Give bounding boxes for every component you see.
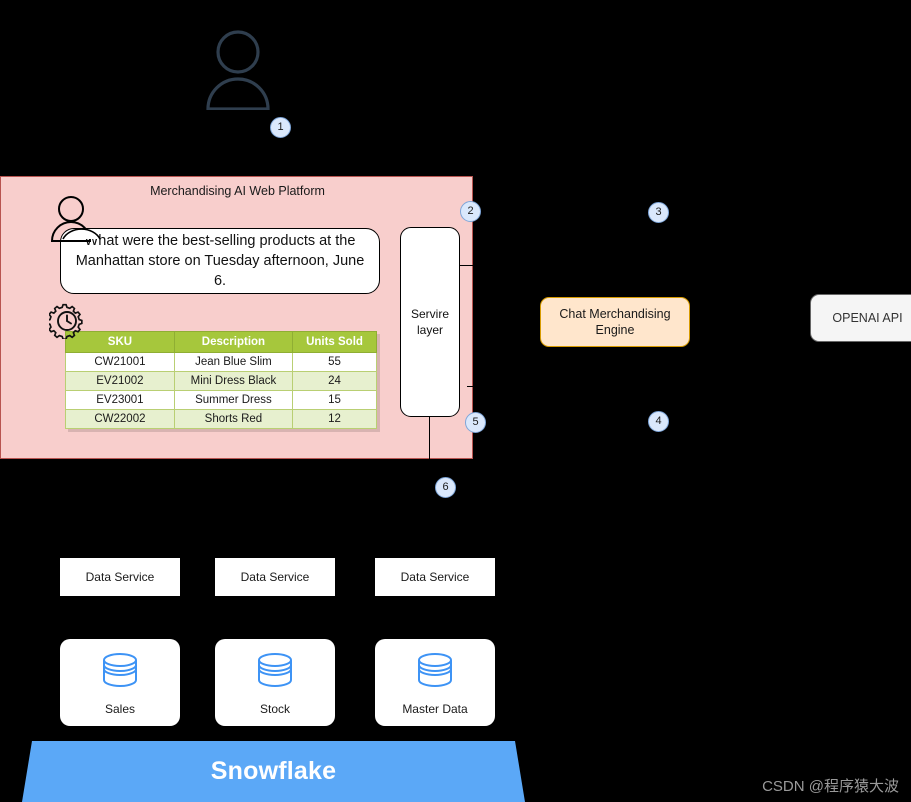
database-card-sales[interactable]: Sales <box>60 639 180 726</box>
table-header-description: Description <box>173 331 294 353</box>
openai-api-box[interactable]: OPENAI API <box>810 294 911 342</box>
cell-description: Jean Blue Slim <box>173 352 294 372</box>
snowflake-label: Snowflake <box>210 757 337 785</box>
database-cylinder-icon <box>99 649 141 696</box>
step-badge-4: 4 <box>648 411 669 432</box>
user-query-text: What were the best-selling products at t… <box>75 233 365 289</box>
database-card-master-data[interactable]: Master Data <box>375 639 495 726</box>
cell-units: 24 <box>292 371 377 391</box>
cell-description: Shorts Red <box>173 409 294 429</box>
table-header-row: SKU Description Units Sold <box>65 331 377 353</box>
wire-ds2-to-db <box>274 596 276 639</box>
cell-sku: EV23001 <box>65 390 175 410</box>
data-service-box-1[interactable]: Data Service <box>60 558 180 596</box>
data-service-box-2[interactable]: Data Service <box>215 558 335 596</box>
wire-ds3-to-db <box>434 596 436 639</box>
user-actor-icon <box>205 30 271 111</box>
database-cylinder-icon <box>254 649 296 696</box>
gear-clock-icon <box>46 303 85 341</box>
wire-service-to-engine <box>459 265 618 267</box>
data-service-label: Data Service <box>400 570 470 584</box>
database-cylinder-icon <box>414 649 456 696</box>
table-row: CW21001 Jean Blue Slim 55 <box>65 352 377 372</box>
wire-ds1-to-db <box>119 596 121 639</box>
service-layer-box[interactable]: Servire layer <box>400 227 460 417</box>
cell-sku: CW22002 <box>65 409 175 429</box>
bubble-tail <box>62 224 102 240</box>
wire-engine-return-horizontal <box>467 386 617 388</box>
database-label: Sales <box>104 702 136 716</box>
step-badge-3: 3 <box>648 202 669 223</box>
openai-api-label: OPENAI API <box>832 311 903 325</box>
wire-ds3-up <box>434 537 436 559</box>
wire-engine-down-left <box>616 265 618 298</box>
wire-service-layer-down <box>429 416 431 538</box>
cell-description: Mini Dress Black <box>173 371 294 391</box>
snowflake-banner[interactable]: Snowflake <box>22 741 525 802</box>
wire-user-to-platform <box>237 110 239 176</box>
data-service-box-3[interactable]: Data Service <box>375 558 495 596</box>
user-query-bubble: What were the best-selling products at t… <box>60 228 380 294</box>
database-label: Stock <box>259 702 290 716</box>
table-header-units: Units Sold <box>292 331 377 353</box>
data-service-label: Data Service <box>240 570 310 584</box>
cell-sku: EV21002 <box>65 371 175 391</box>
database-card-stock[interactable]: Stock <box>215 639 335 726</box>
step-badge-6: 6 <box>435 477 456 498</box>
data-service-label: Data Service <box>85 570 155 584</box>
wire-engine-to-openai <box>689 321 811 323</box>
table-row: EV21002 Mini Dress Black 24 <box>65 371 377 391</box>
table-row: CW22002 Shorts Red 12 <box>65 409 377 429</box>
step-badge-1: 1 <box>270 117 291 138</box>
wire-ds1-up <box>119 537 121 559</box>
diagram-canvas: Merchandising AI Web Platform What were … <box>0 0 911 802</box>
cell-sku: CW21001 <box>65 352 175 372</box>
service-layer-label: Servire layer <box>410 307 449 337</box>
wire-engine-return <box>616 346 618 387</box>
cell-description: Summer Dress <box>173 390 294 410</box>
step-badge-2: 2 <box>460 201 481 222</box>
cell-units: 12 <box>292 409 377 429</box>
results-table: SKU Description Units Sold CW21001 Jean … <box>65 331 377 429</box>
watermark-text: CSDN @程序猿大波 <box>762 778 899 795</box>
cell-units: 15 <box>292 390 377 410</box>
table-row: EV23001 Summer Dress 15 <box>65 390 377 410</box>
wire-ds2-up <box>274 537 276 559</box>
cell-units: 55 <box>292 352 377 372</box>
step-badge-5: 5 <box>465 412 486 433</box>
chat-engine-label: Chat Merchandising Engine <box>559 307 671 337</box>
chat-merchandising-engine-box[interactable]: Chat Merchandising Engine <box>540 297 690 347</box>
database-label: Master Data <box>402 702 468 716</box>
